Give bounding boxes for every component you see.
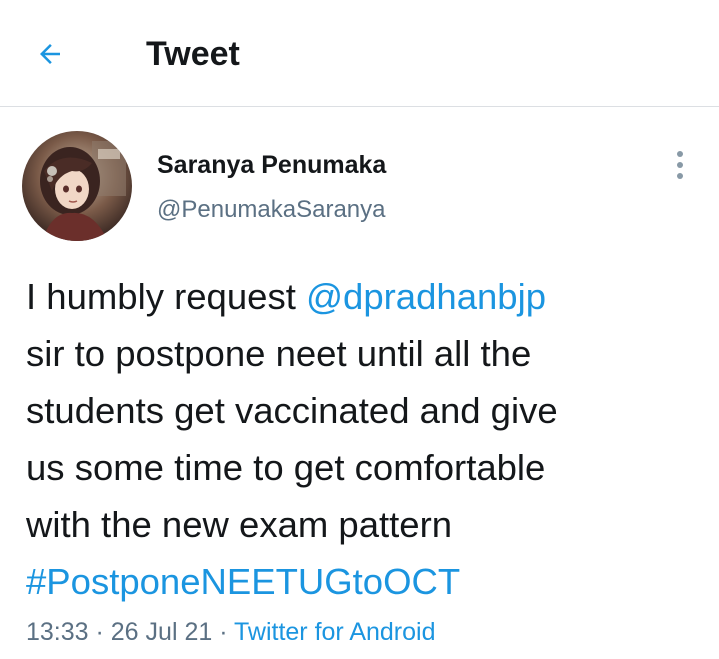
tweet-time: 13:33 <box>26 618 89 646</box>
tweet-source-link[interactable]: Twitter for Android <box>234 618 435 646</box>
mention-link[interactable]: @dpradhanbjp <box>306 276 546 317</box>
arrow-left-icon <box>40 44 60 64</box>
avatar[interactable] <box>22 131 132 241</box>
tweet-line: I humbly request @dpradhanbjp <box>26 268 706 325</box>
tweet-meta: 13:33 · 26 Jul 21 · Twitter for Android <box>26 614 436 650</box>
top-bar: Tweet <box>0 0 719 107</box>
tweet-date: 26 Jul 21 <box>110 618 213 646</box>
tweet-line: sir to postpone neet until all the <box>26 333 532 374</box>
meta-separator: · <box>88 618 111 646</box>
meta-separator: · <box>212 618 235 646</box>
tweet-text-segment: I humbly request <box>26 276 306 317</box>
page-title: Tweet <box>146 35 240 73</box>
author-display-name[interactable]: Saranya Penumaka <box>157 149 386 181</box>
tweet-line: us some time to get comfortable <box>26 447 546 488</box>
tweet-text: I humbly request @dpradhanbjp sir to pos… <box>26 268 706 610</box>
more-options-button[interactable] <box>664 143 696 187</box>
vertical-dots-icon <box>677 151 683 179</box>
hashtag-link[interactable]: #PostponeNEETUGtoOCT <box>26 553 706 610</box>
back-button[interactable] <box>26 30 74 78</box>
avatar-image <box>22 131 132 241</box>
author-handle[interactable]: @PenumakaSaranya <box>157 194 386 226</box>
tweet-line: students get vaccinated and give <box>26 390 558 431</box>
tweet-line: with the new exam pattern <box>26 504 453 545</box>
